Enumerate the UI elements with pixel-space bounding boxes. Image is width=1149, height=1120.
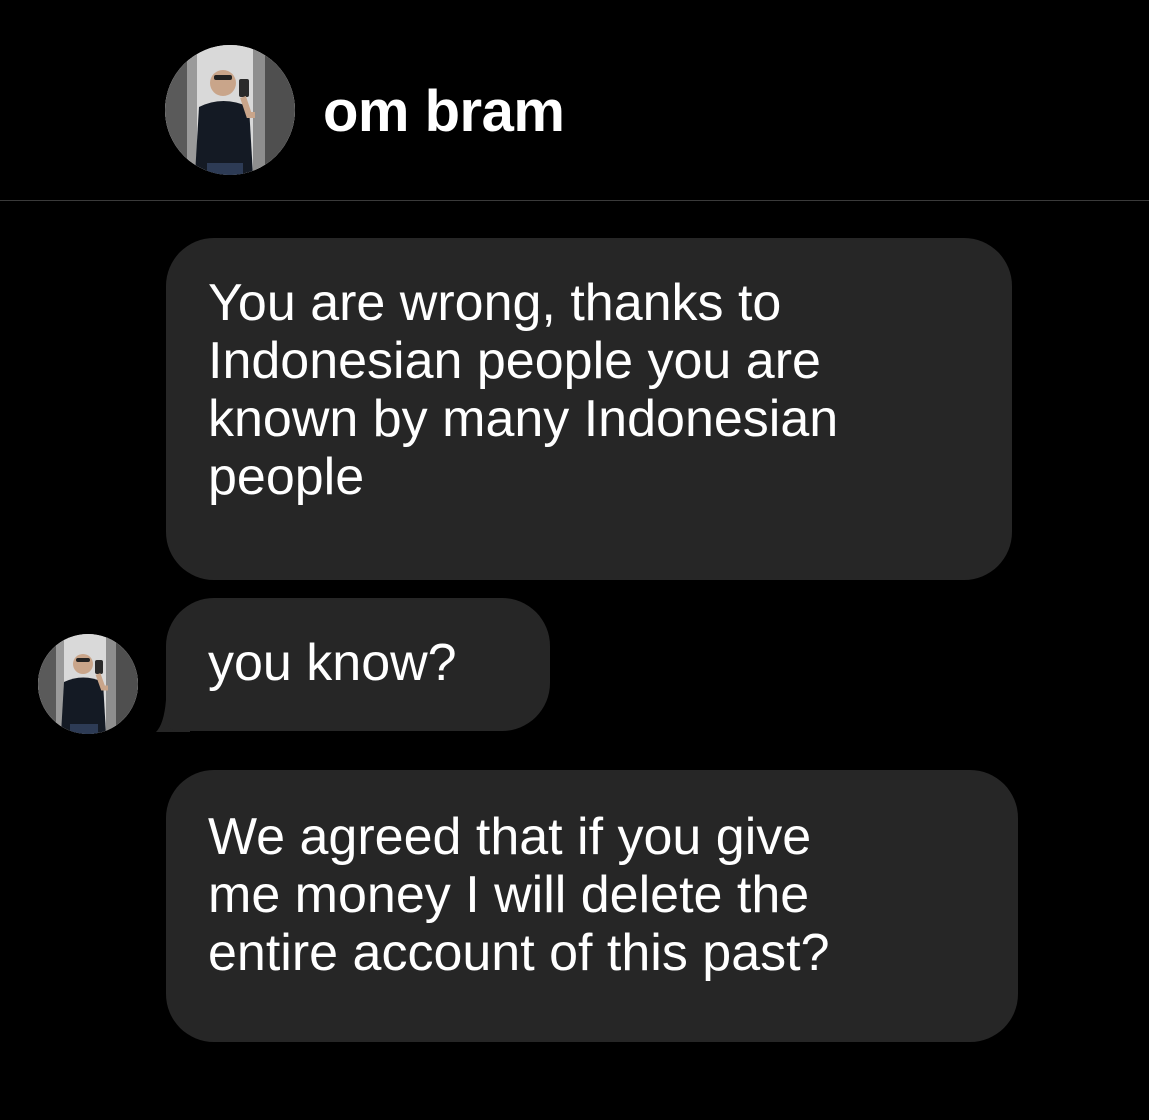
sender-avatar[interactable] [38, 634, 138, 734]
profile-photo-icon [38, 634, 138, 734]
profile-photo-icon [165, 45, 295, 175]
message-bubble[interactable]: You are wrong, thanks to Indonesian peop… [166, 238, 1012, 580]
chat-header: om bram [0, 0, 1149, 201]
message-bubble[interactable]: We agreed that if you give me money I wi… [166, 770, 1018, 1042]
contact-name[interactable]: om bram [323, 80, 565, 144]
contact-avatar[interactable] [165, 45, 295, 175]
message-bubble[interactable]: you know? [166, 598, 550, 731]
